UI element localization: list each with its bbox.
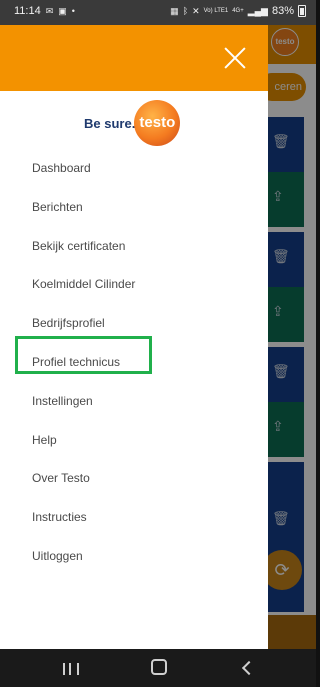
menu-item-label: Koelmiddel Cilinder xyxy=(32,277,136,292)
menu-item-label: Profiel technicus xyxy=(32,354,121,369)
status-bar-right: ▦ ᛒ ✕ Vo) LTE1 4G+ ▂▄▆ 83% xyxy=(170,5,306,17)
drawer-header xyxy=(0,25,268,91)
system-navigation-bar xyxy=(0,649,316,687)
navigation-drawer: Be sure. testo Dashboard Berichten Bekij… xyxy=(0,25,268,649)
battery-icon xyxy=(298,5,306,17)
menu-item-label: Bekijk certificaten xyxy=(32,238,126,253)
drawer-menu: Dashboard Berichten Bekijk certificaten … xyxy=(0,150,268,577)
picture-icon: ▣ xyxy=(58,5,67,16)
bluetooth-icon: ᛒ xyxy=(182,6,189,16)
close-icon[interactable] xyxy=(221,44,249,72)
menu-item-label: Instellingen xyxy=(32,393,93,408)
menu-item-label: Uitloggen xyxy=(32,548,83,563)
message-icon: ✉ xyxy=(45,5,54,16)
menu-item-help[interactable]: Help xyxy=(0,422,268,461)
battery-text: 83% xyxy=(271,5,294,17)
menu-item-label: Dashboard xyxy=(32,161,91,175)
menu-item-label: Over Testo xyxy=(32,471,90,486)
menu-item-label: Berichten xyxy=(32,199,83,214)
home-icon[interactable] xyxy=(134,649,184,687)
testo-brand-logo: Be sure. testo xyxy=(84,99,184,147)
4g-icon: 4G+ xyxy=(232,8,244,14)
menu-item-profiel-technicus[interactable]: Profiel technicus xyxy=(0,336,268,383)
menu-item-label: Instructies xyxy=(32,510,87,525)
menu-item-instellingen[interactable]: Instellingen xyxy=(0,383,268,422)
status-bar: 11:14 ✉ ▣ • ▦ ᛒ ✕ Vo) LTE1 4G+ ▂▄▆ 83% xyxy=(0,0,316,25)
sim-icon: ▦ xyxy=(170,5,179,16)
back-icon[interactable] xyxy=(222,649,272,687)
mute-icon: ✕ xyxy=(192,5,200,16)
menu-item-instructies[interactable]: Instructies xyxy=(0,499,268,538)
recent-apps-icon[interactable] xyxy=(46,649,96,687)
menu-item-uitloggen[interactable]: Uitloggen xyxy=(0,538,268,577)
brand-slogan: Be sure. xyxy=(84,115,136,131)
menu-item-dashboard[interactable]: Dashboard xyxy=(0,150,268,189)
menu-item-koelmiddel-cilinder[interactable]: Koelmiddel Cilinder xyxy=(0,266,268,305)
menu-item-bekijk-certificaten[interactable]: Bekijk certificaten xyxy=(0,228,268,267)
signal-icon: ▂▄▆ xyxy=(247,5,268,16)
menu-item-label: Help xyxy=(32,432,57,447)
alert-icon: • xyxy=(71,6,75,16)
phone-screen: 11:14 ✉ ▣ • ▦ ᛒ ✕ Vo) LTE1 4G+ ▂▄▆ 83% t… xyxy=(0,0,316,687)
scrim-overlay[interactable] xyxy=(268,25,316,649)
menu-item-label: Bedrijfsprofiel xyxy=(32,316,105,331)
menu-item-berichten[interactable]: Berichten xyxy=(0,189,268,228)
menu-item-over-testo[interactable]: Over Testo xyxy=(0,460,268,499)
status-bar-left: 11:14 ✉ ▣ • xyxy=(14,5,75,17)
testo-logo-icon: testo xyxy=(134,100,181,146)
volte-icon: Vo) LTE1 xyxy=(203,8,229,14)
status-time: 11:14 xyxy=(14,5,41,17)
